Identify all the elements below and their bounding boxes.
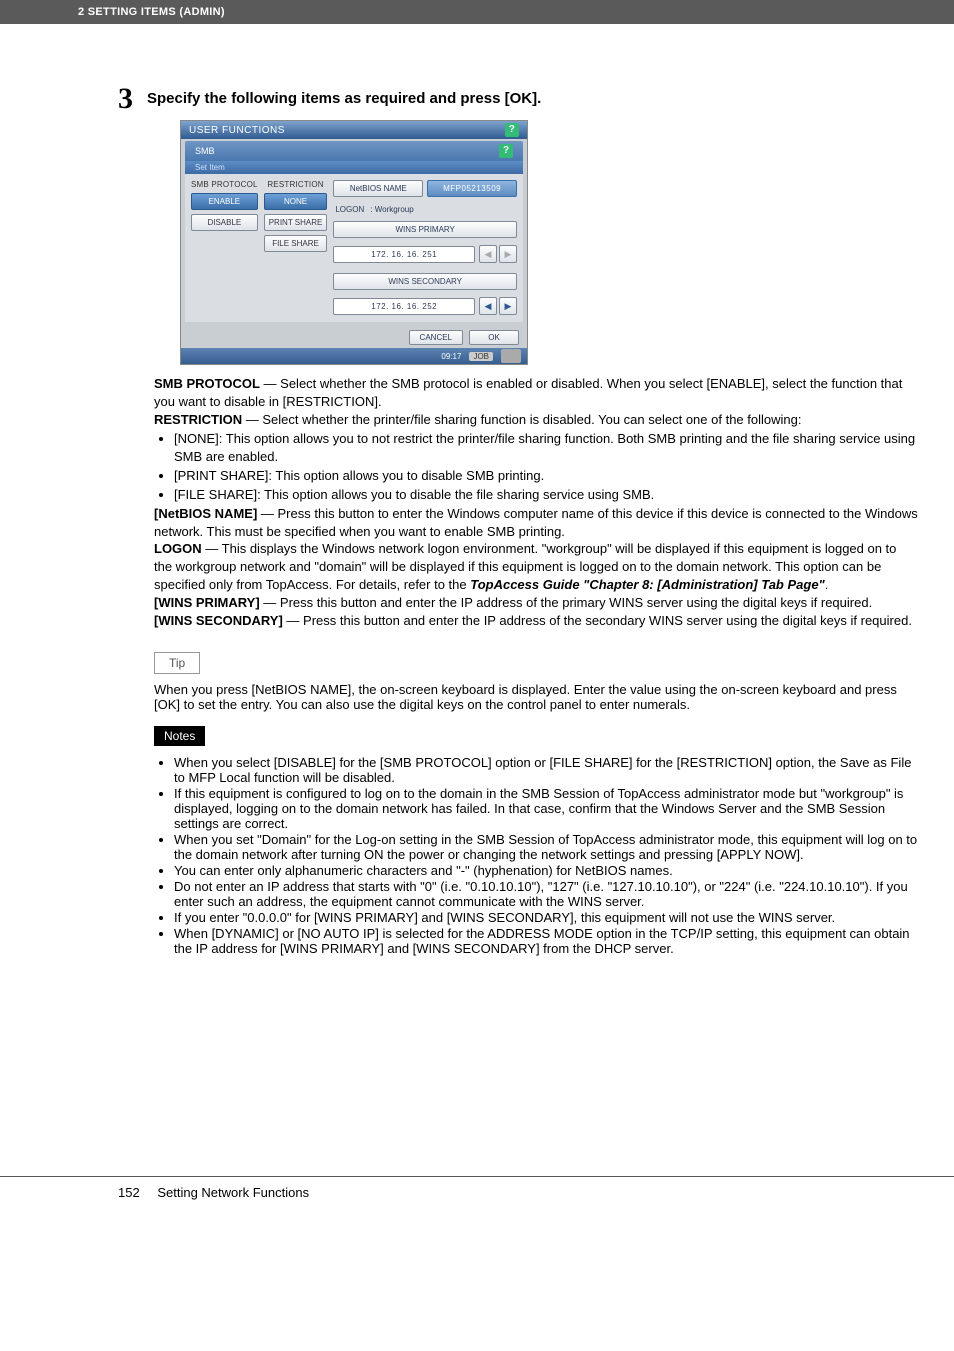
logon-label: LOGON <box>335 205 364 214</box>
term-netbios: [NetBIOS NAME] <box>154 506 257 521</box>
file-share-button[interactable]: FILE SHARE <box>264 235 328 252</box>
list-item: [FILE SHARE]: This option allows you to … <box>174 486 918 504</box>
embedded-screenshot: USER FUNCTIONS ? SMB ? Set Item SMB PROT… <box>180 120 918 365</box>
status-time: 09:17 <box>441 352 461 361</box>
arrow-left-icon[interactable]: ◀ <box>479 245 497 263</box>
help-icon[interactable]: ? <box>499 144 513 158</box>
wins-primary-button[interactable]: WINS PRIMARY <box>333 221 517 238</box>
term-wins-primary: [WINS PRIMARY] <box>154 595 260 610</box>
wins-primary-value[interactable]: 172. 16. 16. 251 <box>333 246 475 263</box>
text: . <box>825 577 829 592</box>
list-item: If you enter "0.0.0.0" for [WINS PRIMARY… <box>174 910 918 925</box>
mfp-subtab: Set Item <box>185 161 523 174</box>
notes-list: When you select [DISABLE] for the [SMB P… <box>170 755 918 956</box>
arrow-right-icon[interactable]: ▶ <box>499 245 517 263</box>
wins-secondary-value[interactable]: 172. 16. 16. 252 <box>333 298 475 315</box>
print-share-button[interactable]: PRINT SHARE <box>264 214 328 231</box>
text: — Press this button and enter the IP add… <box>260 595 873 610</box>
wins-secondary-button[interactable]: WINS SECONDARY <box>333 273 517 290</box>
list-item: You can enter only alphanumeric characte… <box>174 863 918 878</box>
list-item: If this equipment is configured to log o… <box>174 786 918 831</box>
reference-link: TopAccess Guide "Chapter 8: [Administrat… <box>470 577 824 592</box>
text: — Press this button and enter the IP add… <box>283 613 912 628</box>
description-block: SMB PROTOCOL — Select whether the SMB pr… <box>154 375 918 630</box>
mfp-panel: USER FUNCTIONS ? SMB ? Set Item SMB PROT… <box>180 120 528 365</box>
disable-button[interactable]: DISABLE <box>191 214 258 231</box>
restriction-list: [NONE]: This option allows you to not re… <box>170 430 918 504</box>
tip-block: Tip When you press [NetBIOS NAME], the o… <box>154 630 918 712</box>
list-item: Do not enter an IP address that starts w… <box>174 879 918 909</box>
logon-line: LOGON : Workgroup <box>333 204 517 217</box>
step-number: 3 <box>118 84 133 114</box>
netbios-name-value[interactable]: MFP05213509 <box>427 180 517 197</box>
header-breadcrumb: 2 SETTING ITEMS (ADMIN) <box>0 0 954 24</box>
tip-label: Tip <box>154 652 200 674</box>
col-header: SMB PROTOCOL <box>191 180 258 189</box>
logon-value: : Workgroup <box>370 205 413 214</box>
mfp-tab[interactable]: SMB ? <box>185 141 523 161</box>
col-fields: NetBIOS NAME MFP05213509 LOGON : Workgro… <box>333 180 517 318</box>
mfp-statusbar: 09:17 JOB <box>181 348 527 364</box>
page-number: 152 <box>118 1185 140 1200</box>
none-button[interactable]: NONE <box>264 193 328 210</box>
list-item: When you select [DISABLE] for the [SMB P… <box>174 755 918 785</box>
list-item: [NONE]: This option allows you to not re… <box>174 430 918 466</box>
arrow-right-icon[interactable]: ▶ <box>499 297 517 315</box>
help-icon[interactable]: ? <box>505 123 519 137</box>
list-item: [PRINT SHARE]: This option allows you to… <box>174 467 918 485</box>
term-logon: LOGON <box>154 541 202 556</box>
col-header: RESTRICTION <box>264 180 328 189</box>
mfp-tab-label: SMB <box>195 146 215 156</box>
arrow-left-icon[interactable]: ◀ <box>479 297 497 315</box>
mfp-body: SMB PROTOCOL ENABLE DISABLE RESTRICTION … <box>185 174 523 322</box>
status-icon[interactable] <box>501 349 521 363</box>
mfp-footer: CANCEL OK <box>181 326 527 348</box>
mfp-window-title: USER FUNCTIONS <box>189 125 285 136</box>
job-badge[interactable]: JOB <box>469 352 493 361</box>
col-smb-protocol: SMB PROTOCOL ENABLE DISABLE <box>191 180 258 318</box>
list-item: When you set "Domain" for the Log-on set… <box>174 832 918 862</box>
tip-text: When you press [NetBIOS NAME], the on-sc… <box>154 682 918 712</box>
netbios-name-button[interactable]: NetBIOS NAME <box>333 180 423 197</box>
page-footer: 152 Setting Network Functions <box>0 1176 954 1230</box>
footer-section: Setting Network Functions <box>157 1185 309 1200</box>
term-wins-secondary: [WINS SECONDARY] <box>154 613 283 628</box>
text: — Select whether the SMB protocol is ena… <box>154 376 902 409</box>
list-item: When [DYNAMIC] or [NO AUTO IP] is select… <box>174 926 918 956</box>
page-content: 3 Specify the following items as require… <box>0 24 954 956</box>
text: — Press this button to enter the Windows… <box>154 506 918 539</box>
term-smb-protocol: SMB PROTOCOL <box>154 376 260 391</box>
cancel-button[interactable]: CANCEL <box>409 330 463 345</box>
step-title: Specify the following items as required … <box>147 84 541 107</box>
term-restriction: RESTRICTION <box>154 412 242 427</box>
step-heading: 3 Specify the following items as require… <box>118 84 918 114</box>
enable-button[interactable]: ENABLE <box>191 193 258 210</box>
col-restriction: RESTRICTION NONE PRINT SHARE FILE SHARE <box>264 180 328 318</box>
notes-label: Notes <box>154 726 205 746</box>
ok-button[interactable]: OK <box>469 330 519 345</box>
text: — Select whether the printer/file sharin… <box>242 412 801 427</box>
notes-block: Notes When you select [DISABLE] for the … <box>154 712 918 956</box>
mfp-titlebar: USER FUNCTIONS ? <box>181 121 527 139</box>
